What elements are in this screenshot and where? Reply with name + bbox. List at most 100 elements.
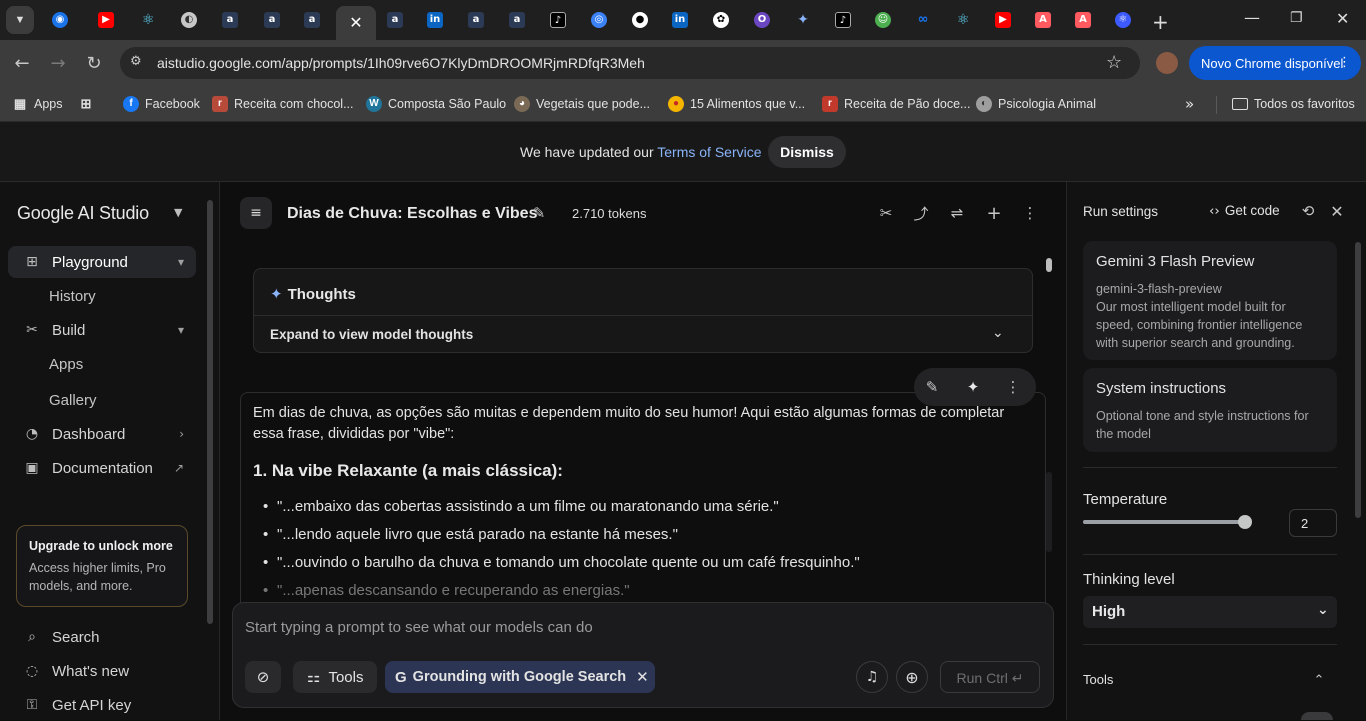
run-button[interactable]: Run Ctrl ↵ (940, 661, 1040, 693)
tab-4[interactable]: ◐ (169, 6, 209, 34)
bookmark-receita-chocolate[interactable]: r Receita com chocol... (212, 92, 354, 116)
more-options-icon[interactable]: ⋮ (1018, 201, 1042, 225)
brand-chevron-icon[interactable]: ▼ (174, 206, 182, 219)
bookmark-alimentos[interactable]: ● 15 Alimentos que v... (668, 92, 805, 116)
chrome-update-button[interactable]: Novo Chrome disponível ⋮ (1189, 46, 1361, 80)
tab-active-aistudio[interactable]: ✕ (336, 6, 376, 40)
temperature-input[interactable]: 2 (1289, 509, 1337, 537)
tab-3[interactable]: ⚛ (128, 6, 168, 34)
settings-scrollbar[interactable] (1355, 242, 1361, 518)
expand-thoughts-button[interactable]: Expand to view model thoughts ⌄ (254, 316, 1032, 353)
grounding-chip[interactable]: G Grounding with Google Search ✕ (385, 661, 655, 693)
bookmark-psicologia[interactable]: ◐ Psicologia Animal (976, 92, 1096, 116)
tab-11[interactable]: a (456, 6, 496, 34)
get-code-button[interactable]: ‹› Get code (1209, 203, 1280, 219)
bookmark-apps[interactable]: ▦ Apps (12, 92, 63, 116)
restore-icon[interactable]: ❐ (1290, 10, 1303, 26)
edit-title-icon[interactable]: ✎ (527, 201, 551, 225)
tab-27[interactable]: ⚛ (1103, 6, 1143, 34)
tab-grid-button[interactable]: ⊞ (78, 92, 100, 116)
tab-14[interactable]: ◎ (579, 6, 619, 34)
tab-16[interactable]: in (660, 6, 700, 34)
profile-avatar[interactable] (1156, 52, 1178, 74)
window-close-icon[interactable]: ✕ (1336, 9, 1349, 28)
sidebar-scrollbar[interactable] (207, 200, 213, 624)
bookmarks-overflow-icon[interactable]: » (1185, 92, 1194, 116)
tab-2[interactable]: ▶ (86, 6, 126, 34)
microphone-button[interactable]: ♫ (856, 661, 888, 693)
tab-10[interactable]: in (415, 6, 455, 34)
bookmark-facebook[interactable]: f Facebook (123, 92, 200, 116)
sidebar-item-dashboard[interactable]: ◔ Dashboard › (8, 418, 196, 450)
branch-icon[interactable]: ⇌ (945, 201, 969, 225)
tab-25[interactable]: A (1023, 6, 1063, 34)
sidebar-item-playground[interactable]: ⊞ Playground ▾ (8, 246, 196, 278)
tab-26[interactable]: A (1063, 6, 1103, 34)
toggle-sidebar-button[interactable]: ≡ (240, 197, 272, 229)
sidebar-item-apps[interactable]: Apps (49, 356, 83, 373)
sidebar-item-build[interactable]: ✂ Build ▾ (8, 314, 196, 346)
system-instructions-card[interactable]: System instructions Optional tone and st… (1083, 368, 1337, 452)
sidebar-item-search[interactable]: ⌕ Search (8, 621, 196, 653)
tab-22[interactable]: ∞ (903, 6, 943, 34)
tab-21[interactable]: ☺ (863, 6, 903, 34)
tab-1[interactable]: ◉ (40, 6, 80, 34)
tab-9[interactable]: a (375, 6, 415, 34)
sidebar-item-documentation[interactable]: ▣ Documentation ↗ (8, 452, 196, 484)
chat-scrollbar-thumb[interactable] (1046, 258, 1052, 272)
close-panel-icon[interactable]: ✕ (1325, 199, 1349, 223)
tab-15[interactable]: ● (620, 6, 660, 34)
tab-24[interactable]: ▶ (983, 6, 1023, 34)
site-settings-icon[interactable]: ⚙ (130, 54, 142, 69)
sidebar-item-gallery[interactable]: Gallery (49, 392, 97, 409)
compare-icon[interactable]: ✂ (874, 201, 898, 225)
tab-12[interactable]: a (497, 6, 537, 34)
tab-20[interactable]: ♪ (823, 6, 863, 34)
forward-icon[interactable]: → (46, 51, 70, 75)
chevron-up-icon[interactable]: ⌃ (1307, 668, 1331, 692)
more-vert-icon[interactable]: ⋮ (1001, 375, 1025, 399)
tab-19[interactable]: ✦ (783, 6, 823, 34)
tools-button[interactable]: ⚏ Tools (293, 661, 377, 693)
slider-thumb[interactable] (1238, 515, 1252, 529)
tab-5[interactable]: a (210, 6, 250, 34)
tab-18[interactable]: O (742, 6, 782, 34)
upgrade-card[interactable]: Upgrade to unlock more Access higher lim… (16, 525, 188, 607)
prompt-input[interactable]: Start typing a prompt to see what our mo… (232, 602, 1054, 708)
minimize-icon[interactable]: — (1244, 8, 1260, 27)
reset-settings-icon[interactable]: ⟲ (1296, 199, 1320, 223)
share-icon[interactable]: ⤴ (909, 201, 933, 225)
thinking-level-select[interactable]: High ⌄ (1083, 596, 1337, 628)
tab-17[interactable]: ✿ (701, 6, 741, 34)
all-favorites[interactable]: Todos os favoritos (1232, 92, 1355, 116)
tab-6[interactable]: a (252, 6, 292, 34)
close-icon[interactable]: ✕ (349, 13, 362, 33)
sidebar-item-history[interactable]: History (49, 288, 96, 305)
tab-23[interactable]: ⚛ (943, 6, 983, 34)
bookmark-composta[interactable]: W Composta São Paulo (366, 92, 506, 116)
terms-link[interactable]: Terms of Service (657, 144, 761, 160)
tab-search-button[interactable]: ▼ (0, 6, 40, 34)
remove-chip-icon[interactable]: ✕ (636, 668, 649, 686)
back-icon[interactable]: ← (10, 51, 34, 75)
brand-logo[interactable]: Google AI Studio (17, 203, 149, 224)
add-media-button[interactable]: ⊕ (896, 661, 928, 693)
model-selector-card[interactable]: Gemini 3 Flash Preview gemini-3-flash-pr… (1083, 241, 1337, 360)
reload-icon[interactable]: ↻ (82, 51, 106, 75)
bookmark-star-icon[interactable]: ☆ (1106, 52, 1122, 73)
sidebar-item-whats-new[interactable]: ◌ What's new (8, 655, 196, 687)
new-tab-button[interactable]: + (1152, 10, 1169, 34)
bookmark-vegetais[interactable]: ◕ Vegetais que pode... (514, 92, 650, 116)
bookmark-pao-doce[interactable]: r Receita de Pão doce... (822, 92, 970, 116)
tab-13[interactable]: ♪ (538, 6, 578, 34)
hide-thinking-button[interactable]: ⊘ (245, 661, 281, 693)
toggle-switch[interactable] (1301, 712, 1333, 720)
address-bar[interactable]: ⚙ aistudio.google.com/app/prompts/1Ih09r… (120, 47, 1140, 79)
rerun-sparkle-icon[interactable]: ✦ (961, 375, 985, 399)
chat-scrollbar-track[interactable] (1046, 472, 1052, 552)
edit-icon[interactable]: ✎ (920, 375, 944, 399)
new-chat-icon[interactable]: + (982, 201, 1006, 225)
sidebar-item-api-key[interactable]: ⚿ Get API key (8, 689, 196, 721)
dismiss-button[interactable]: Dismiss (768, 136, 846, 168)
tab-7[interactable]: a (292, 6, 332, 34)
